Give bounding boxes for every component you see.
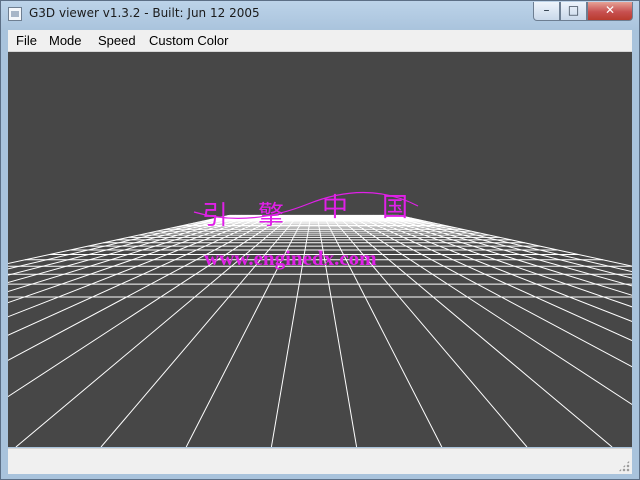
menu-mode[interactable]: Mode <box>49 33 82 48</box>
watermark-char-3: 中 <box>322 193 348 223</box>
watermark-char-2: 擎 <box>258 201 284 231</box>
minimize-button[interactable]: – <box>533 2 560 21</box>
status-bar <box>8 448 632 474</box>
menu-bar: File Mode Speed Custom Color <box>8 30 632 52</box>
watermark-url: www.enginedx.com <box>204 246 377 270</box>
watermark-char-1: 引 <box>202 201 228 231</box>
close-icon: ✕ <box>604 3 616 17</box>
3d-scene[interactable]: 引 擎 中 国 www.enginedx.com <box>8 52 632 447</box>
resize-grip-icon[interactable] <box>618 460 630 472</box>
maximize-button[interactable]: □ <box>560 2 587 21</box>
render-viewport[interactable]: 引 擎 中 国 www.enginedx.com <box>8 52 632 447</box>
menu-custom-color[interactable]: Custom Color <box>149 33 228 48</box>
window-title: G3D viewer v1.3.2 - Built: Jun 12 2005 <box>29 6 260 20</box>
menu-file[interactable]: File <box>16 33 37 48</box>
app-icon[interactable] <box>8 7 22 21</box>
menu-speed[interactable]: Speed <box>98 33 136 48</box>
close-button[interactable]: ✕ <box>587 2 633 21</box>
minimize-icon: – <box>543 3 550 17</box>
watermark-char-4: 国 <box>382 193 408 223</box>
title-bar[interactable]: G3D viewer v1.3.2 - Built: Jun 12 2005 –… <box>1 1 639 30</box>
app-window: G3D viewer v1.3.2 - Built: Jun 12 2005 –… <box>0 0 640 480</box>
maximize-icon: □ <box>567 3 580 17</box>
